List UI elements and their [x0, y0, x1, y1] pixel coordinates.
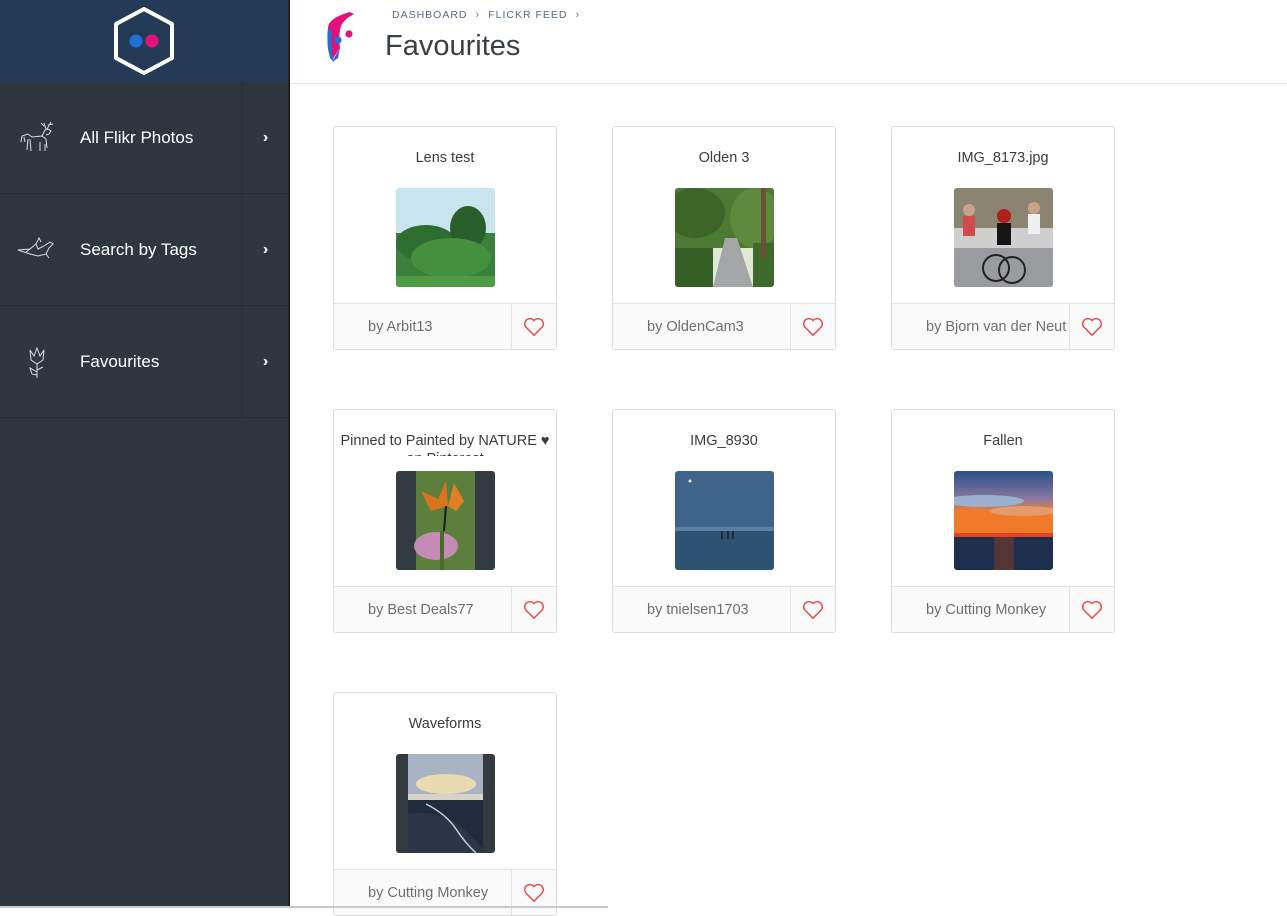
breadcrumb-dashboard[interactable]: DASHBOARD [392, 9, 468, 21]
favourite-button[interactable] [511, 870, 556, 915]
card-footer: by tnielsen1703 [613, 586, 835, 632]
sidebar-item-label: Favourites [80, 351, 160, 371]
chevron-right-icon[interactable]: › [242, 194, 288, 305]
card-author: by Cutting Monkey [892, 587, 1070, 632]
breadcrumb-flickr-feed[interactable]: FLICKR FEED [488, 9, 567, 21]
photo-card: IMG_8173.jpg by Bjorn van der Neut [891, 126, 1115, 350]
photo-thumbnail[interactable] [675, 471, 774, 570]
card-title: IMG_8930 [690, 433, 758, 449]
favourite-button[interactable] [790, 304, 835, 349]
photo-thumbnail[interactable] [396, 471, 495, 570]
card-title: IMG_8173.jpg [957, 150, 1049, 166]
heart-icon [1081, 317, 1102, 336]
photo-card: Fallen by Cutting Monkey [891, 409, 1115, 633]
sidebar-logo[interactable] [0, 0, 288, 82]
photo-grid: Lens test by Arbit13 Olden 3 by OldenCam… [333, 126, 1115, 916]
favourite-button[interactable] [511, 587, 556, 632]
card-author: by Bjorn van der Neut [892, 304, 1070, 349]
sidebar-item-label: All Flikr Photos [80, 127, 194, 147]
photo-card: Pinned to Painted by NATURE ♥ on Pintere… [333, 409, 557, 633]
flickr-app-logo-icon [327, 12, 354, 62]
photo-thumbnail[interactable] [954, 471, 1053, 570]
chevron-right-icon: › [575, 9, 581, 21]
photo-thumbnail[interactable] [675, 188, 774, 287]
chevron-right-icon[interactable]: › [242, 306, 288, 417]
card-title: Waveforms [408, 716, 482, 732]
chevron-right-icon[interactable]: › [242, 82, 288, 193]
card-footer: by Best Deals77 [334, 586, 556, 632]
breadcrumb: DASHBOARD › FLICKR FEED › [392, 9, 580, 21]
card-author: by Best Deals77 [334, 587, 512, 632]
photo-card: IMG_8930 by tnielsen1703 [612, 409, 836, 633]
card-author: by OldenCam3 [613, 304, 791, 349]
card-title: Lens test [415, 150, 475, 166]
photo-thumbnail[interactable] [954, 188, 1053, 287]
photo-card: Lens test by Arbit13 [333, 126, 557, 350]
card-footer: by Cutting Monkey [892, 586, 1114, 632]
heart-icon [523, 883, 544, 902]
heart-icon [802, 600, 823, 619]
favourite-button[interactable] [790, 587, 835, 632]
card-footer: by OldenCam3 [613, 303, 835, 349]
card-footer: by Bjorn van der Neut [892, 303, 1114, 349]
photo-thumbnail[interactable] [396, 188, 495, 287]
heart-icon [1081, 600, 1102, 619]
favourite-button[interactable] [1069, 587, 1114, 632]
sidebar: All Flikr Photos › Search by Tags › Favo… [0, 0, 288, 908]
favourite-button[interactable] [511, 304, 556, 349]
page-title: Favourites [385, 30, 521, 62]
card-footer: by Cutting Monkey [334, 869, 556, 915]
deer-icon [20, 121, 54, 151]
tulip-icon [29, 346, 45, 378]
sidebar-item-favourites[interactable]: Favourites › [0, 306, 288, 418]
heart-icon [523, 600, 544, 619]
card-author: by Arbit13 [334, 304, 512, 349]
bird-icon [17, 236, 54, 258]
card-author: by Cutting Monkey [334, 870, 512, 915]
card-author: by tnielsen1703 [613, 587, 791, 632]
heart-icon [802, 317, 823, 336]
card-footer: by Arbit13 [334, 303, 556, 349]
header: DASHBOARD › FLICKR FEED › Favourites [290, 0, 1287, 84]
flickr-hexagon-logo-icon [114, 7, 174, 75]
favourite-button[interactable] [1069, 304, 1114, 349]
chevron-right-icon: › [475, 9, 481, 21]
photo-card: Waveforms by Cutting Monkey [333, 692, 557, 916]
photo-thumbnail[interactable] [396, 754, 495, 853]
sidebar-item-search-by-tags[interactable]: Search by Tags › [0, 194, 288, 306]
heart-icon [523, 317, 544, 336]
card-title: Fallen [983, 433, 1023, 449]
photo-card: Olden 3 by OldenCam3 [612, 126, 836, 350]
card-title: Olden 3 [698, 150, 750, 166]
sidebar-item-label: Search by Tags [80, 239, 197, 259]
sidebar-divider [288, 0, 290, 908]
sidebar-item-all-flikr-photos[interactable]: All Flikr Photos › [0, 82, 288, 194]
card-title: Pinned to Painted by NATURE ♥ on Pintere… [340, 433, 550, 456]
